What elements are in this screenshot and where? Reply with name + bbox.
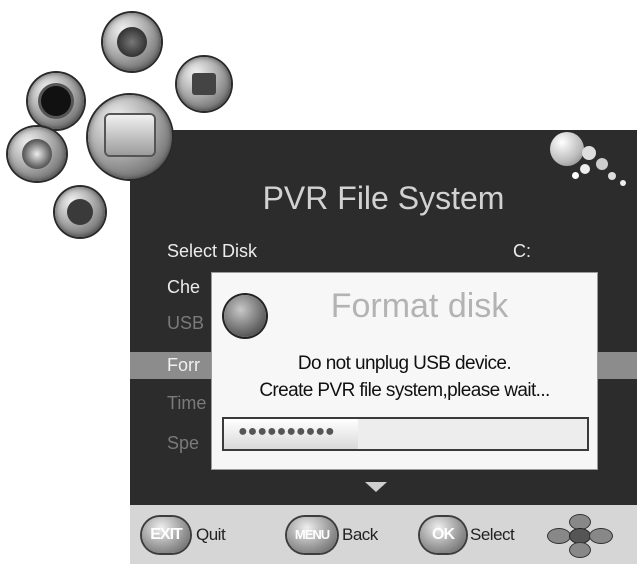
menu-label: Back [342,525,378,544]
exit-label: Quit [196,525,226,544]
media-icon[interactable] [8,127,66,181]
exit-button[interactable]: EXIT [142,517,190,553]
installation-icon[interactable] [103,13,161,71]
menu-item-label: USB [167,313,205,333]
lock-icon[interactable] [177,57,231,111]
bubbles-logo-icon [550,132,634,190]
progress-dots: ●●●●●●●●●● [238,423,335,440]
format-disk-dialog: Format disk Do not unplug USB device. Cr… [212,273,597,469]
scroll-down-arrow-icon[interactable] [365,482,387,492]
menu-item-label: Time [167,393,207,413]
directional-pad-icon [548,515,612,557]
menu-item-value: C: [513,241,531,261]
satellite-dish-icon[interactable] [88,95,172,179]
footer-bar: EXIT Quit MENU Back OK Select [130,505,637,564]
menu-item-label: Select Disk [167,241,258,261]
format-progress-bar: ●●●●●●●●●● [222,417,589,451]
menu-item-label: Che [167,277,201,297]
menu-item-label: Forr [167,355,200,375]
tv-channel-icon[interactable] [28,73,84,129]
dialog-title: Format disk [330,287,509,325]
dialog-message-line2: Create PVR file system,please wait... [259,380,550,401]
menu-item-select-disk[interactable]: Select Disk C: [130,238,637,265]
ok-label: Select [470,525,515,544]
dialog-message-line1: Do not unplug USB device. [297,353,512,374]
menu-item-label: Spe [167,433,200,453]
menu-button[interactable]: MENU [287,517,337,553]
system-setup-icon[interactable] [55,187,105,237]
ok-button[interactable]: OK [420,517,466,553]
